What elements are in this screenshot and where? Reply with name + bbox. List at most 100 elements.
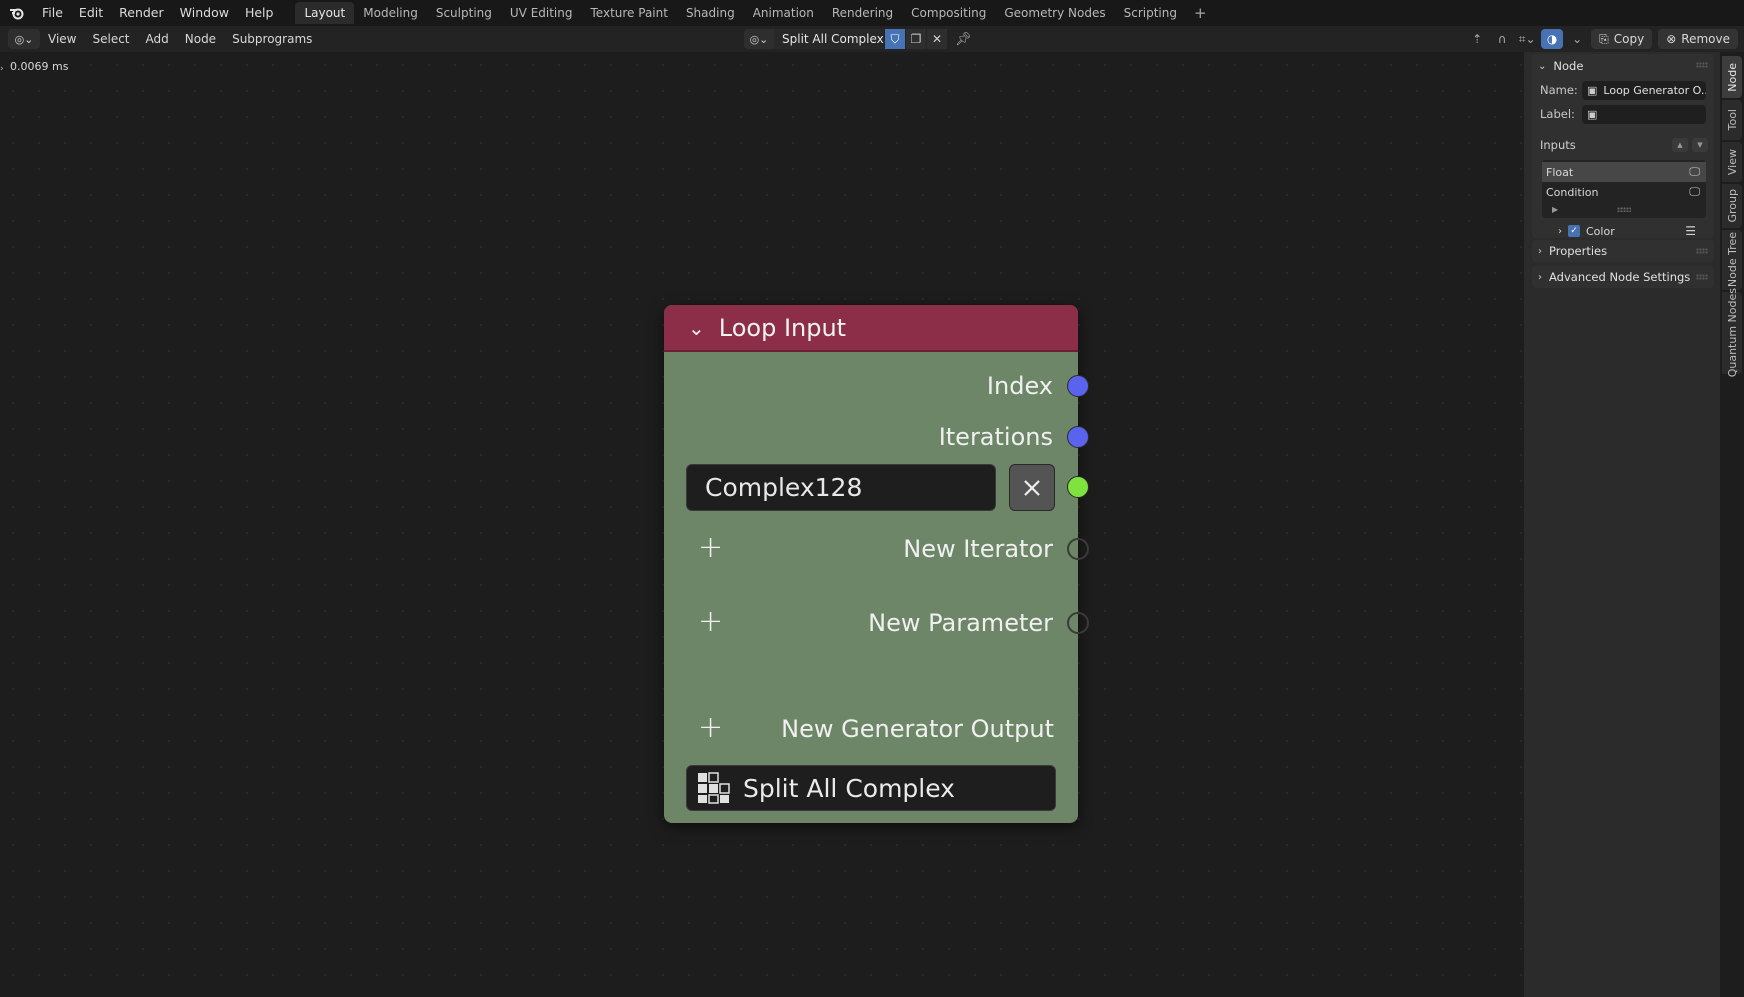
snap-target-icon[interactable]: ⌗⌄ <box>1516 29 1538 49</box>
socket-label-new-generator-output[interactable]: New Generator Output <box>781 715 1054 743</box>
add-generator-output-plus-icon[interactable]: + <box>698 713 723 743</box>
node-header[interactable]: ⌄ Loop Input <box>664 305 1078 352</box>
data-type-field[interactable]: Complex128 <box>686 464 996 511</box>
output-new-parameter: New Parameter <box>868 603 1089 643</box>
tab-node-tree-label: Node Tree <box>1725 232 1739 288</box>
data-socket[interactable] <box>1067 476 1089 498</box>
tab-animation[interactable]: Animation <box>744 2 823 24</box>
output-iterations: Iterations <box>939 417 1089 457</box>
new-iterator-socket[interactable] <box>1067 538 1089 560</box>
overlay-icon[interactable]: ◑ <box>1541 29 1564 49</box>
drag-grip-icon[interactable] <box>1696 62 1708 68</box>
index-socket[interactable] <box>1067 375 1089 397</box>
color-label: Color <box>1586 224 1615 238</box>
node-tree-browse-button[interactable]: ◎⌄ <box>744 29 774 49</box>
tab-node-tree[interactable]: Node Tree <box>1722 230 1742 290</box>
expand-triangle-icon[interactable]: ▶ <box>1552 205 1558 214</box>
unlink-tree-button[interactable]: ✕ <box>927 29 947 49</box>
tab-modeling[interactable]: Modeling <box>354 2 427 24</box>
name-field[interactable]: ▣ Loop Generator O... <box>1582 80 1706 100</box>
output-new-iterator: New Iterator <box>903 529 1089 569</box>
tab-quantum-nodes[interactable]: Quantum Nodes <box>1722 288 1742 378</box>
node-panel-header[interactable]: ⌄ Node <box>1532 54 1714 78</box>
node-tree-icon: ◎⌄ <box>749 32 769 46</box>
menu-add[interactable]: Add <box>138 32 177 46</box>
tab-layout[interactable]: Layout <box>295 2 355 24</box>
pin-icon[interactable]: 📌︎ <box>955 32 972 47</box>
tab-compositing[interactable]: Compositing <box>902 2 995 24</box>
copy-button[interactable]: ⎘ Copy <box>1591 29 1653 49</box>
color-presets-icon[interactable]: ☰ <box>1685 224 1696 238</box>
chevron-right-icon[interactable]: › <box>1558 226 1562 237</box>
output-new-generator-output: New Generator Output <box>781 709 1054 749</box>
node-panel: ⌄ Node Name: ▣ Loop Generator O... Label… <box>1532 54 1714 238</box>
menu-select[interactable]: Select <box>84 32 137 46</box>
tab-group[interactable]: Group <box>1722 184 1742 228</box>
tab-texture-paint[interactable]: Texture Paint <box>582 2 677 24</box>
advanced-settings-header[interactable]: › Advanced Node Settings <box>1532 266 1714 288</box>
editor-type-selector[interactable]: ◎⌄ <box>8 29 40 49</box>
move-down-button[interactable]: ▼ <box>1692 138 1708 152</box>
color-checkbox[interactable]: ✓ <box>1568 225 1580 237</box>
tab-node[interactable]: Node <box>1722 56 1742 98</box>
list-item[interactable]: Float 🖵︎ <box>1542 162 1706 182</box>
properties-panel[interactable]: › Properties <box>1532 240 1714 262</box>
expand-arrow-icon[interactable]: › <box>0 64 4 74</box>
snap-icon[interactable]: ∩ <box>1491 29 1513 49</box>
node-editor-icon: ◎⌄ <box>14 32 34 46</box>
resize-grip-icon[interactable] <box>1617 207 1631 212</box>
blender-window: File Edit Render Window Help Layout Mode… <box>0 0 1744 997</box>
monitor-icon[interactable]: 🖵︎ <box>1689 165 1700 179</box>
collapse-chevron-icon[interactable]: ⌄ <box>688 316 705 340</box>
properties-header[interactable]: › Properties <box>1532 240 1714 262</box>
add-iterator-plus-icon[interactable]: + <box>698 533 723 563</box>
remove-button[interactable]: ⊗ Remove <box>1658 29 1738 49</box>
advanced-settings-panel[interactable]: › Advanced Node Settings <box>1532 266 1714 288</box>
top-bar: File Edit Render Window Help Layout Mode… <box>0 0 1744 26</box>
label-field[interactable]: ▣ <box>1582 104 1706 124</box>
monitor-icon[interactable]: 🖵︎ <box>1689 185 1700 199</box>
subprogram-selector[interactable]: Split All Complex <box>686 765 1056 811</box>
tab-scripting[interactable]: Scripting <box>1115 2 1186 24</box>
tab-tool[interactable]: Tool <box>1722 100 1742 140</box>
menu-subprograms[interactable]: Subprograms <box>224 32 320 46</box>
blender-logo-icon[interactable] <box>0 0 34 26</box>
tab-group-label: Group <box>1725 189 1739 223</box>
iterations-socket[interactable] <box>1067 426 1089 448</box>
duplicate-tree-button[interactable]: ❐ <box>906 29 926 49</box>
drag-grip-icon[interactable] <box>1696 274 1708 280</box>
fake-user-button[interactable]: ⛉ <box>885 29 905 49</box>
list-item[interactable]: Condition 🖵︎ <box>1542 182 1706 202</box>
tab-view[interactable]: View <box>1722 142 1742 182</box>
menu-node[interactable]: Node <box>177 32 224 46</box>
menu-render[interactable]: Render <box>111 0 172 26</box>
menu-view[interactable]: View <box>40 32 84 46</box>
label-label: Label: <box>1540 107 1575 121</box>
tab-node-label: Node <box>1725 62 1739 92</box>
workspace-tabs: Layout Modeling Sculpting UV Editing Tex… <box>295 0 1214 26</box>
add-parameter-plus-icon[interactable]: + <box>698 607 723 637</box>
menu-edit[interactable]: Edit <box>71 0 111 26</box>
duplicate-icon: ❐ <box>910 32 922 46</box>
tab-shading[interactable]: Shading <box>677 2 744 24</box>
menu-window[interactable]: Window <box>172 0 237 26</box>
menu-help[interactable]: Help <box>237 0 282 26</box>
move-up-button[interactable]: ▲ <box>1672 138 1688 152</box>
tab-uv-editing[interactable]: UV Editing <box>501 2 582 24</box>
tab-geometry-nodes[interactable]: Geometry Nodes <box>995 2 1114 24</box>
menu-file[interactable]: File <box>34 0 71 26</box>
add-workspace-button[interactable]: + <box>1186 4 1215 22</box>
tab-rendering[interactable]: Rendering <box>823 2 902 24</box>
close-icon: ✕ <box>931 32 943 46</box>
chevron-down-icon: ⌄ <box>1538 60 1547 72</box>
loop-input-node[interactable]: ⌄ Loop Input Index Iterations Complex128… <box>664 305 1089 823</box>
parent-node-tree-icon[interactable]: ⇡ <box>1466 29 1488 49</box>
tab-view-label: View <box>1725 148 1739 176</box>
remove-data-type-button[interactable] <box>1009 464 1055 511</box>
inputs-header: Inputs ▲ ▼ <box>1532 134 1714 156</box>
tab-sculpting[interactable]: Sculpting <box>427 2 501 24</box>
node-tree-name-field[interactable]: Split All Complex <box>774 29 884 49</box>
new-parameter-socket[interactable] <box>1067 612 1089 634</box>
overlay-dropdown-icon[interactable]: ⌄ <box>1566 29 1588 49</box>
drag-grip-icon[interactable] <box>1696 248 1708 254</box>
